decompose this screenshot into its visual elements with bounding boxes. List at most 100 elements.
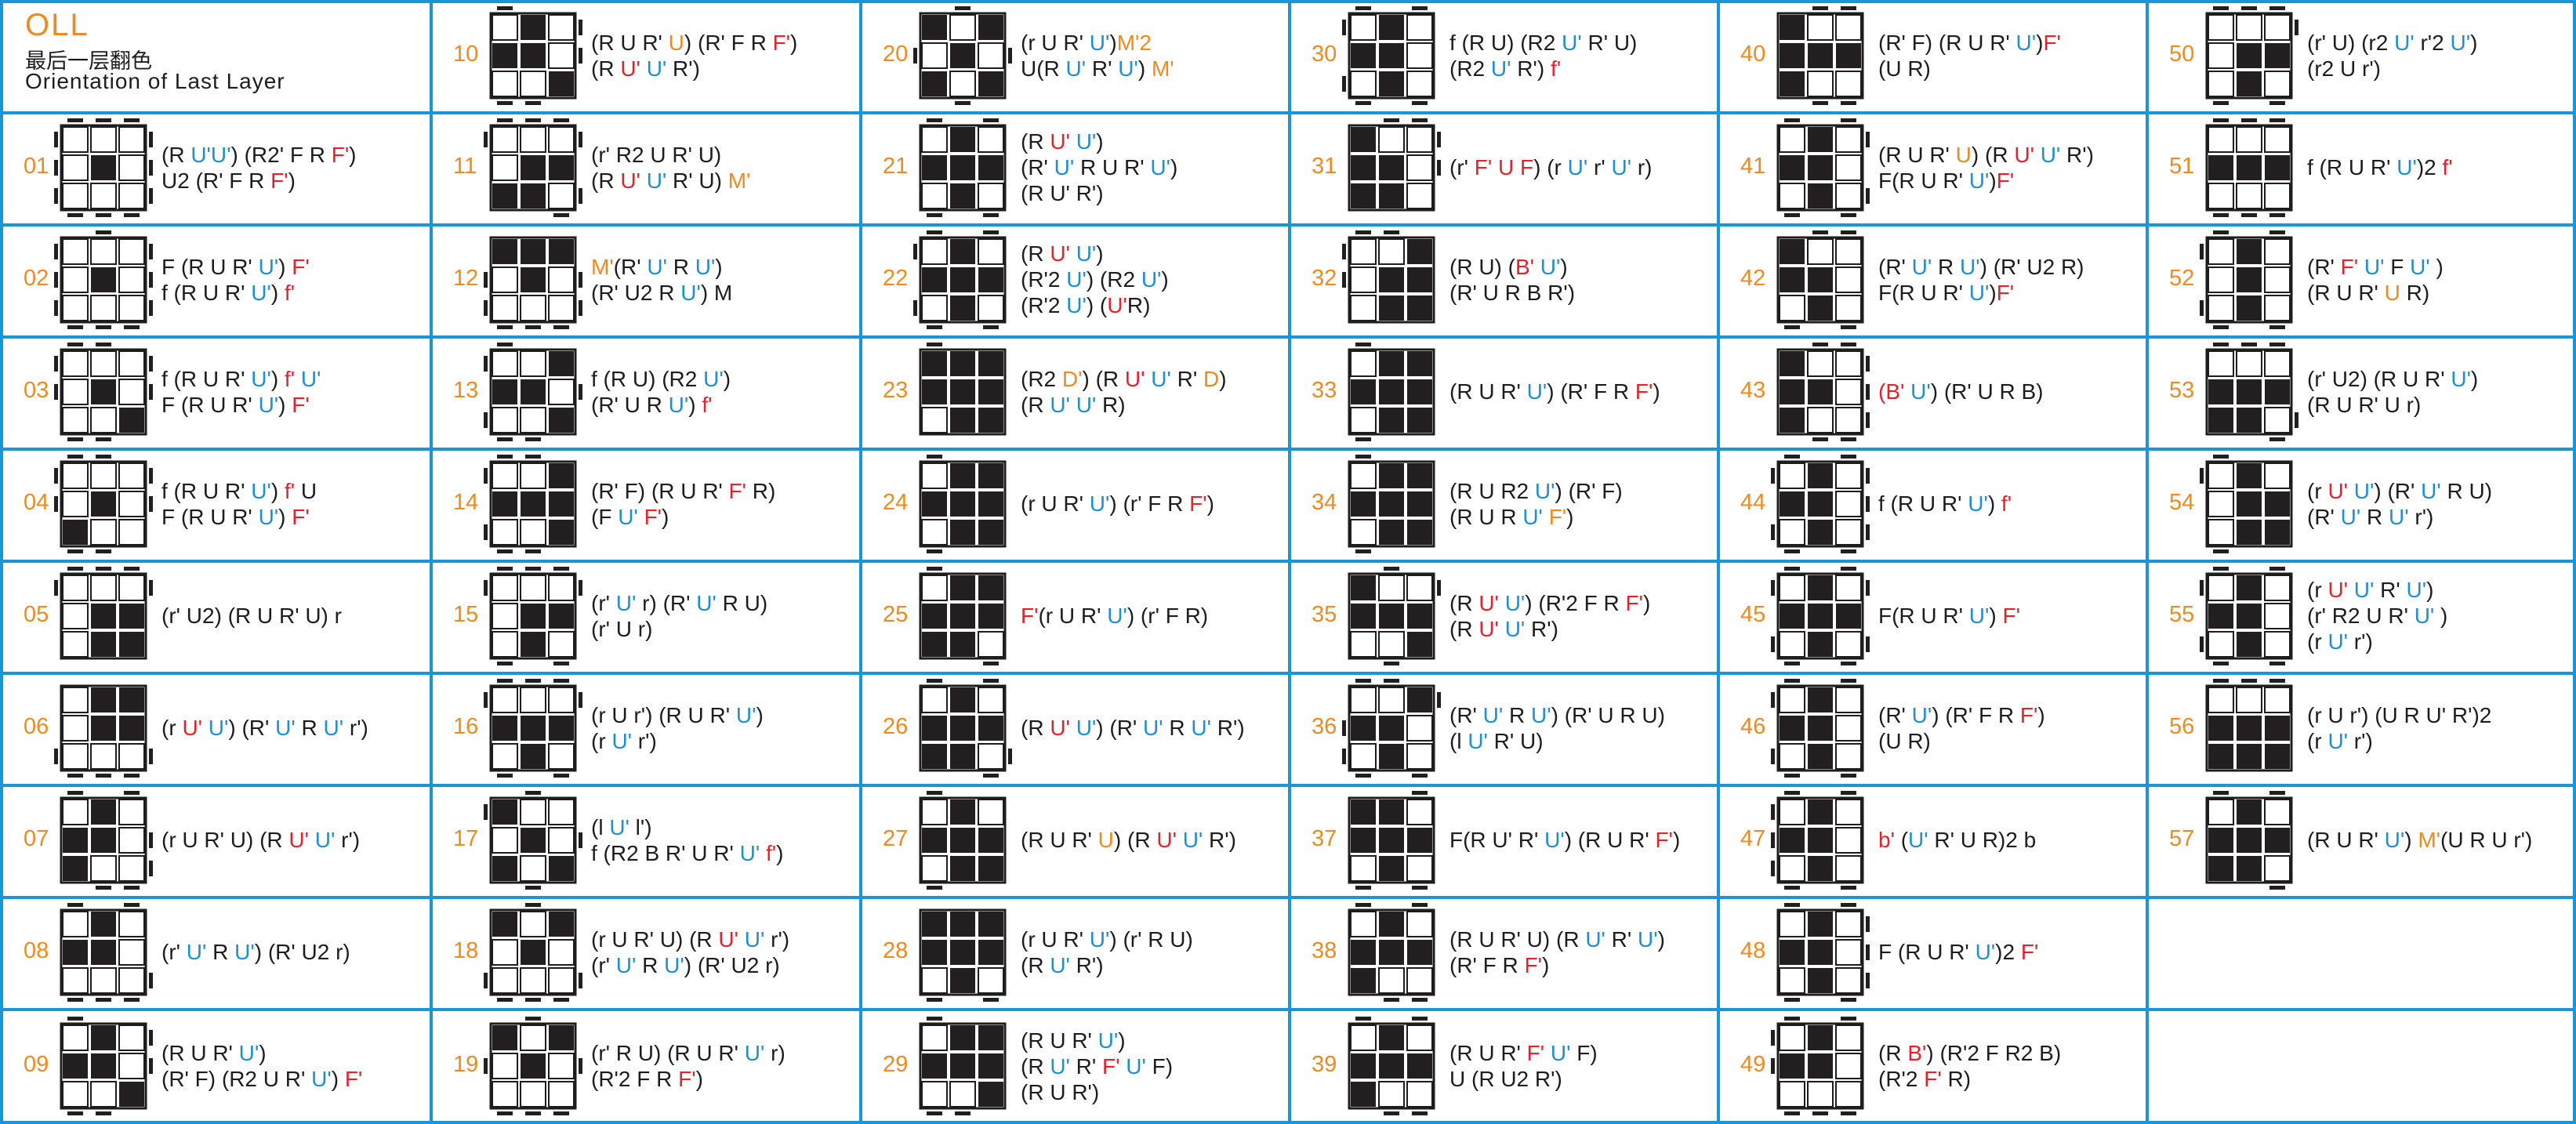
algorithm-line: (r U R' U') (r' R U) bbox=[1021, 926, 1193, 952]
side-sticker-top bbox=[1784, 790, 1800, 795]
side-sticker-right bbox=[1866, 972, 1870, 988]
sticker-yellow bbox=[1379, 911, 1404, 937]
move-text: ) bbox=[688, 392, 702, 417]
sticker-yellow bbox=[521, 266, 546, 292]
side-sticker-bottom bbox=[525, 325, 541, 329]
side-sticker-left bbox=[54, 159, 58, 176]
sticker-other bbox=[492, 154, 518, 181]
move-text: ) bbox=[2404, 828, 2418, 852]
side-sticker-right bbox=[149, 1058, 153, 1074]
sticker-yellow bbox=[91, 715, 116, 741]
sticker-yellow bbox=[91, 939, 116, 965]
sticker-other bbox=[62, 378, 89, 405]
sticker-other bbox=[2264, 350, 2291, 377]
move-text: (R' F R bbox=[1449, 952, 1525, 977]
move-text bbox=[1499, 591, 1505, 615]
algorithm-line: (R' F) (R U R' F' R) bbox=[591, 478, 775, 504]
algorithm-line: (R'2 F R F') bbox=[591, 1066, 785, 1092]
move-text: ) bbox=[1989, 280, 1997, 305]
side-sticker-top bbox=[2213, 678, 2229, 683]
oll-case-50: 50 (r' U) (r2 U' r'2 U') (r2 U r') bbox=[2146, 0, 2576, 111]
sticker-yellow bbox=[950, 238, 975, 264]
sticker-other bbox=[118, 1053, 145, 1079]
oll-pattern-diagram bbox=[1776, 118, 1870, 217]
oll-case-52: 52 (R' F' U' F U' ) (R U R' U R) bbox=[2146, 223, 2576, 335]
move-text: ) bbox=[776, 840, 784, 865]
move-text: (R' bbox=[2307, 254, 2341, 279]
case-number: 29 bbox=[883, 1052, 909, 1077]
algorithm-line: (R U R' U') bbox=[1021, 1028, 1173, 1053]
move-text: ) (R' U R B) bbox=[1930, 379, 2044, 404]
sticker-yellow bbox=[1407, 462, 1432, 488]
sticker-yellow bbox=[2237, 855, 2262, 881]
move-highlight: B' bbox=[1907, 1041, 1927, 1065]
case-number: 41 bbox=[1740, 153, 1766, 179]
side-sticker-bottom bbox=[2213, 661, 2229, 665]
side-sticker-top bbox=[553, 678, 569, 683]
move-text: R) bbox=[2400, 280, 2430, 305]
algorithm-line: (r' F' U F) (r U' r' U' r) bbox=[1449, 154, 1652, 180]
move-text: ) bbox=[1657, 926, 1665, 952]
move-text: (U R U r') bbox=[2440, 828, 2533, 852]
side-sticker-top bbox=[96, 566, 111, 571]
move-text: (R' F) (R2 U R' bbox=[161, 1067, 312, 1091]
sticker-other bbox=[1378, 966, 1405, 994]
move-text: (r U R' U) (R bbox=[591, 926, 719, 952]
algorithm-line: F'(r U R' U') (r' F R) bbox=[1021, 603, 1208, 629]
sticker-other bbox=[492, 125, 518, 153]
move-text: (R bbox=[1021, 1053, 1050, 1079]
move-text: f (R U R' bbox=[161, 280, 252, 305]
move-highlight: U' bbox=[1522, 504, 1543, 529]
side-sticker-right bbox=[1866, 131, 1870, 147]
algorithm-text: M'(R' U' R U') (R' U2 R U') M bbox=[591, 254, 732, 306]
algorithm-line: (r U r') (U R U' R')2 bbox=[2307, 702, 2491, 728]
side-sticker-right bbox=[579, 383, 582, 400]
move-highlight: U' bbox=[618, 504, 638, 529]
sticker-yellow bbox=[1808, 126, 1833, 152]
move-highlight: F' bbox=[1655, 828, 1673, 852]
side-sticker-top bbox=[2213, 454, 2229, 459]
oll-case-26: 26 (R U' U') (R' U' R U' R') bbox=[859, 672, 1288, 784]
side-sticker-left bbox=[484, 299, 488, 316]
side-sticker-bottom bbox=[927, 212, 942, 217]
sticker-other bbox=[1835, 462, 1862, 489]
side-sticker-bottom bbox=[1841, 997, 1856, 1002]
oll-case-17: 17 (l U' l') f (R2 B R' U R' U' f') bbox=[430, 784, 859, 896]
oll-case-37: 37 F(R U' R' U') (R U R' F') bbox=[1288, 784, 1717, 896]
algorithm-line: (r' U' r) (R' U' R U) bbox=[591, 590, 767, 616]
sticker-yellow bbox=[1351, 491, 1376, 517]
sticker-other bbox=[1406, 910, 1433, 937]
side-sticker-right bbox=[1866, 412, 1870, 428]
sticker-other bbox=[978, 742, 1004, 770]
move-highlight: U' bbox=[1534, 478, 1555, 503]
sticker-yellow bbox=[950, 687, 975, 712]
algorithm-text: (l U' l') f (R2 B R' U R' U' f') bbox=[591, 814, 783, 866]
move-text: (R U) ( bbox=[1449, 254, 1515, 279]
move-text: (R bbox=[1021, 392, 1050, 417]
move-highlight: U' bbox=[210, 142, 231, 167]
move-highlight: U' bbox=[1150, 155, 1170, 179]
move-highlight: U' bbox=[323, 716, 344, 740]
sticker-yellow bbox=[2237, 266, 2262, 292]
sticker-yellow bbox=[1808, 715, 1833, 741]
side-sticker-right bbox=[579, 48, 582, 63]
move-text: ) (R' U2 r) bbox=[684, 952, 780, 977]
move-text bbox=[1904, 379, 1910, 404]
sticker-yellow bbox=[950, 407, 975, 433]
move-highlight: U' bbox=[1143, 716, 1163, 740]
move-text: ) bbox=[1642, 590, 1651, 615]
move-highlight: U' bbox=[1567, 155, 1588, 179]
move-text: ) (r' F R) bbox=[1127, 604, 1209, 628]
sticker-other bbox=[118, 266, 145, 293]
sticker-other bbox=[520, 966, 546, 994]
sticker-yellow bbox=[1407, 295, 1432, 321]
move-text: l') bbox=[629, 814, 652, 839]
algorithm-text: (R' U') (R' F R F') (U R) bbox=[1878, 702, 2045, 754]
side-sticker-right bbox=[149, 383, 153, 400]
side-sticker-right bbox=[149, 243, 153, 259]
sticker-yellow bbox=[950, 1053, 975, 1079]
algorithm-text: b' (U' R' U R)2 b bbox=[1878, 827, 2036, 853]
algorithm-line: (R' U2 R U') M bbox=[591, 280, 732, 306]
side-sticker-bottom bbox=[1412, 997, 1428, 1002]
sticker-other bbox=[62, 294, 89, 321]
